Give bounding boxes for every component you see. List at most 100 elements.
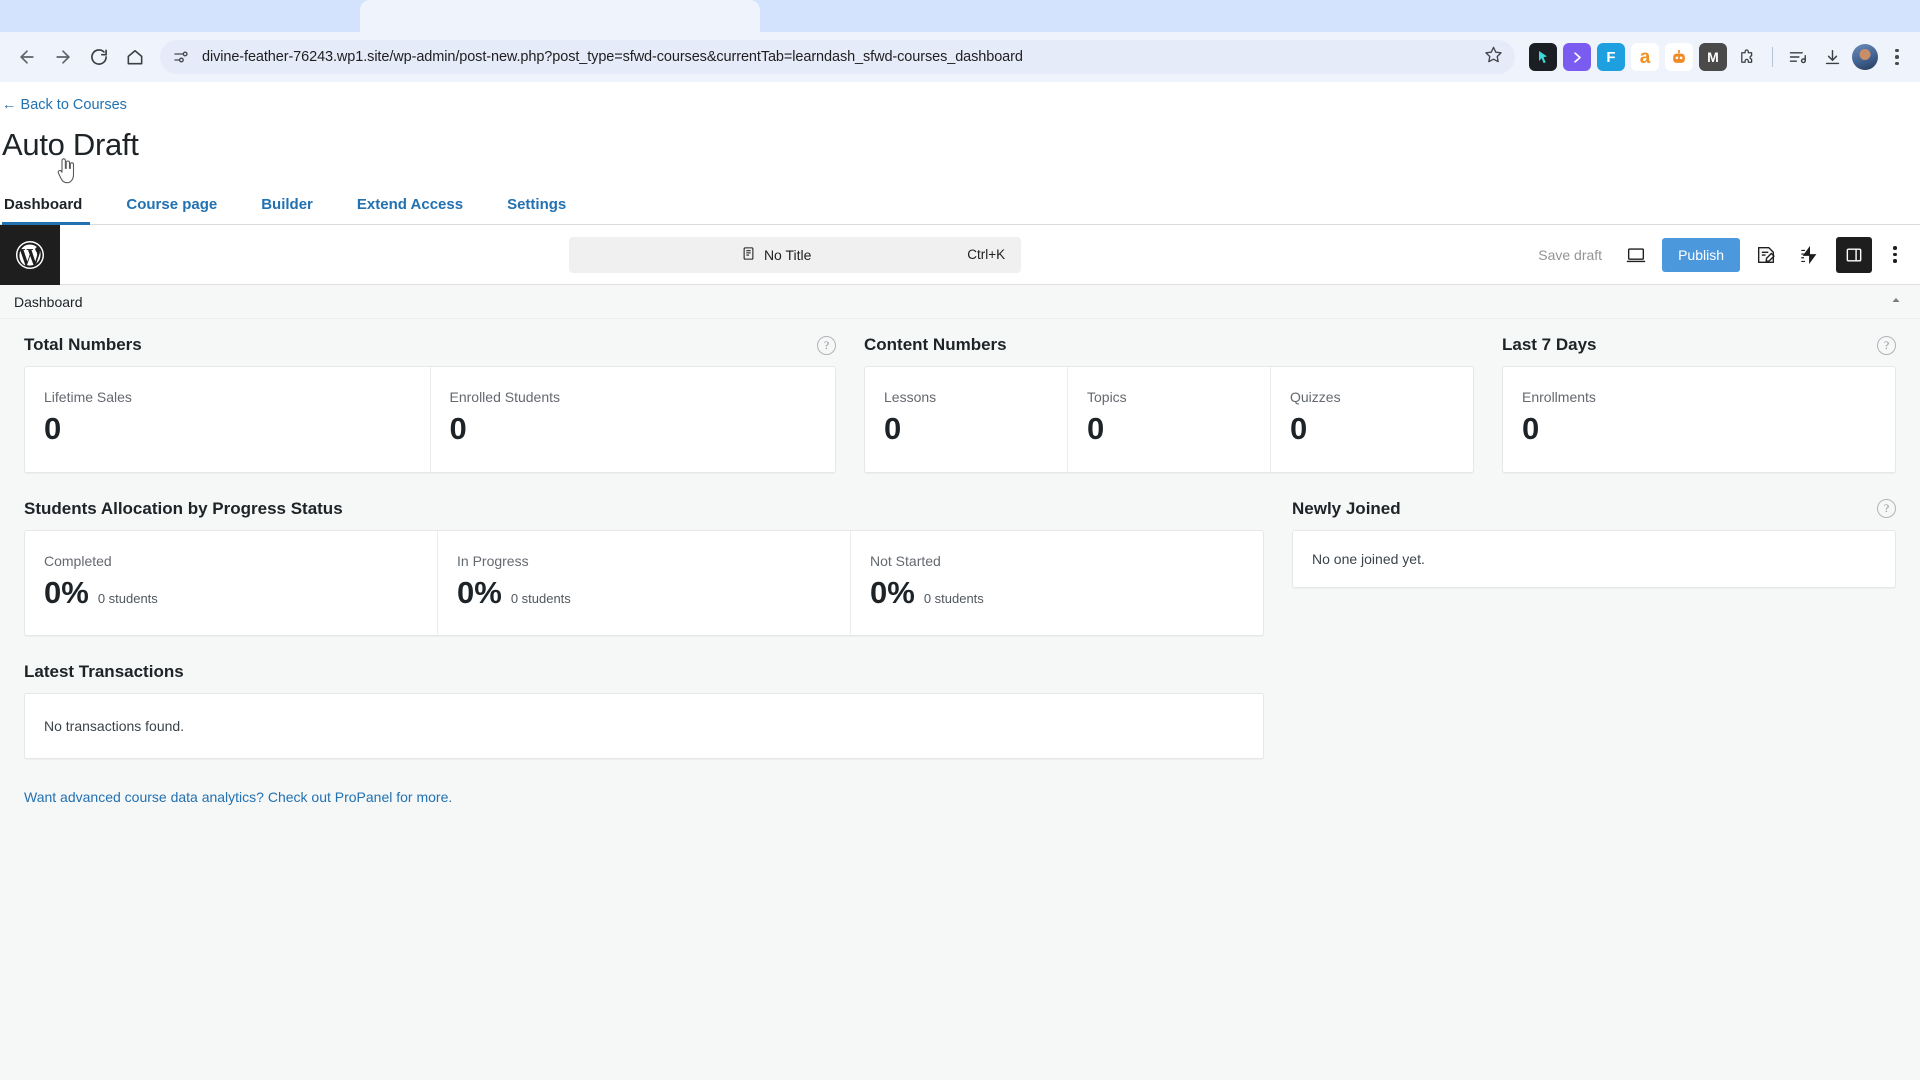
figma-extension-icon[interactable]: F <box>1597 43 1625 71</box>
tab-builder[interactable]: Builder <box>239 196 335 224</box>
card-enrolled-students: Enrolled Students 0 <box>431 367 836 472</box>
last-7-days-section: Last 7 Days ? Enrollments 0 <box>1502 335 1896 473</box>
tab-dashboard[interactable]: Dashboard <box>2 196 104 225</box>
card-label: Not Started <box>870 552 941 569</box>
bot-extension-icon[interactable] <box>1665 43 1693 71</box>
options-kebab-icon[interactable] <box>1882 246 1908 263</box>
latest-transactions-header: Latest Transactions <box>24 662 1264 682</box>
students-allocation-section: Students Allocation by Progress Status C… <box>24 499 1264 637</box>
help-circle-icon[interactable]: ? <box>1877 499 1896 519</box>
site-settings-icon[interactable] <box>172 48 190 66</box>
panel-header-label: Dashboard <box>14 293 83 310</box>
purple-chevron-extension-icon[interactable] <box>1563 43 1591 71</box>
card-label: In Progress <box>457 552 529 569</box>
propanel-link[interactable]: Want advanced course data analytics? Che… <box>24 789 452 805</box>
extensions-row: F a M <box>1525 43 1910 71</box>
profile-avatar[interactable] <box>1852 44 1878 70</box>
wordpress-editor-toolbar: No Title Ctrl+K Save draft Publish <box>0 224 1920 285</box>
card-value: 0 <box>449 411 467 446</box>
browser-toolbar: divine-feather-76243.wp1.site/wp-admin/p… <box>0 32 1920 82</box>
card-value: 0 <box>44 411 62 446</box>
total-numbers-header: Total Numbers ? <box>24 335 836 355</box>
card-value: 0% <box>870 574 915 610</box>
back-to-courses-link[interactable]: ← Back to Courses <box>0 94 1920 113</box>
chrome-menu-icon[interactable] <box>1884 48 1910 66</box>
dashboard-content: Total Numbers ? Lifetime Sales 0 Enrolle… <box>0 319 1920 1080</box>
home-icon[interactable] <box>118 40 152 74</box>
card-lifetime-sales: Lifetime Sales 0 <box>25 367 431 472</box>
last-7-days-cards: Enrollments 0 <box>1502 366 1896 473</box>
star-icon[interactable] <box>1472 45 1503 69</box>
page-title: Auto Draft <box>2 127 139 162</box>
jetpack-icon[interactable] <box>1792 237 1828 273</box>
help-circle-icon[interactable]: ? <box>817 335 836 355</box>
address-bar[interactable]: divine-feather-76243.wp1.site/wp-admin/p… <box>160 40 1515 74</box>
forward-arrow-icon[interactable] <box>46 40 80 74</box>
card-label: Lessons <box>884 389 937 405</box>
newly-joined-header: Newly Joined ? <box>1292 499 1896 519</box>
tab-settings[interactable]: Settings <box>485 196 588 224</box>
content-numbers-section: Content Numbers Lessons 0 Topics 0 Quizz… <box>864 335 1474 473</box>
command-bar-center: No Title <box>585 246 967 264</box>
card-value: 0% <box>44 574 89 610</box>
active-browser-tab[interactable] <box>360 0 760 32</box>
card-value: 0 <box>884 411 902 446</box>
last-7-days-header: Last 7 Days ? <box>1502 335 1896 355</box>
media-playlist-icon[interactable] <box>1784 43 1812 71</box>
command-bar-shortcut: Ctrl+K <box>967 247 1006 262</box>
total-numbers-section: Total Numbers ? Lifetime Sales 0 Enrolle… <box>24 335 836 473</box>
card-label: Enrollments <box>1522 389 1596 405</box>
card-subvalue: 0 students <box>97 590 158 606</box>
back-arrow-icon[interactable] <box>10 40 44 74</box>
cursor-extension-icon[interactable] <box>1529 43 1557 71</box>
card-label: Enrolled Students <box>449 389 561 405</box>
document-icon <box>741 246 756 264</box>
dashboard-panel-header[interactable]: Dashboard <box>0 285 1920 319</box>
amazon-extension-icon[interactable]: a <box>1631 43 1659 71</box>
last-7-days-title: Last 7 Days <box>1502 335 1597 354</box>
help-circle-icon[interactable]: ? <box>1877 335 1896 355</box>
newly-joined-title: Newly Joined <box>1292 498 1401 518</box>
card-lessons: Lessons 0 <box>865 367 1068 472</box>
wordpress-logo-icon[interactable] <box>0 224 60 285</box>
students-allocation-header: Students Allocation by Progress Status <box>24 499 1264 519</box>
card-topics: Topics 0 <box>1068 367 1271 472</box>
chevron-up-icon[interactable] <box>1890 294 1902 309</box>
toolbar-divider <box>1772 47 1773 67</box>
card-in-progress: In Progress 0% 0 students <box>438 530 851 636</box>
publish-button[interactable]: Publish <box>1662 237 1740 272</box>
card-value-group: 0% 0 students <box>870 574 1244 610</box>
learndash-page-header: ← Back to Courses Auto Draft Dashboard C… <box>0 82 1920 225</box>
settings-sidebar-icon[interactable] <box>1836 236 1872 273</box>
allocation-row: Students Allocation by Progress Status C… <box>24 499 1896 637</box>
newly-joined-section: Newly Joined ? No one joined yet. <box>1292 499 1896 637</box>
card-value: 0 <box>1290 411 1308 446</box>
card-completed: Completed 0% 0 students <box>25 530 438 636</box>
newly-joined-empty: No one joined yet. <box>1292 529 1896 588</box>
card-label: Quizzes <box>1290 389 1341 405</box>
browser-tabstrip <box>0 0 1920 32</box>
latest-transactions-empty: No transactions found. <box>24 693 1264 760</box>
edit-document-icon[interactable] <box>1748 237 1784 273</box>
total-numbers-title: Total Numbers <box>24 335 142 354</box>
stats-row: Total Numbers ? Lifetime Sales 0 Enrolle… <box>24 335 1896 473</box>
card-not-started: Not Started 0% 0 students <box>851 531 1263 636</box>
card-value: 0 <box>1087 411 1105 446</box>
editor-actions: Save draft Publish <box>1530 236 1920 273</box>
card-quizzes: Quizzes 0 <box>1271 367 1473 472</box>
students-allocation-title: Students Allocation by Progress Status <box>24 498 343 518</box>
learndash-tabs: Dashboard Course page Builder Extend Acc… <box>0 183 1920 225</box>
reload-icon[interactable] <box>82 40 116 74</box>
card-enrollments: Enrollments 0 <box>1503 367 1895 472</box>
tab-extend-access[interactable]: Extend Access <box>335 196 485 224</box>
command-bar[interactable]: No Title Ctrl+K <box>569 236 1022 273</box>
download-icon[interactable] <box>1818 43 1846 71</box>
tab-course-page[interactable]: Course page <box>104 196 239 224</box>
gmail-extension-icon[interactable]: M <box>1699 43 1727 71</box>
card-subvalue: 0 students <box>510 590 571 606</box>
latest-transactions-title: Latest Transactions <box>24 662 184 682</box>
latest-transactions-section: Latest Transactions No transactions foun… <box>24 662 1264 807</box>
preview-laptop-icon[interactable] <box>1618 237 1654 273</box>
puzzle-extensions-icon[interactable] <box>1733 43 1761 71</box>
save-draft-button[interactable]: Save draft <box>1530 247 1610 263</box>
